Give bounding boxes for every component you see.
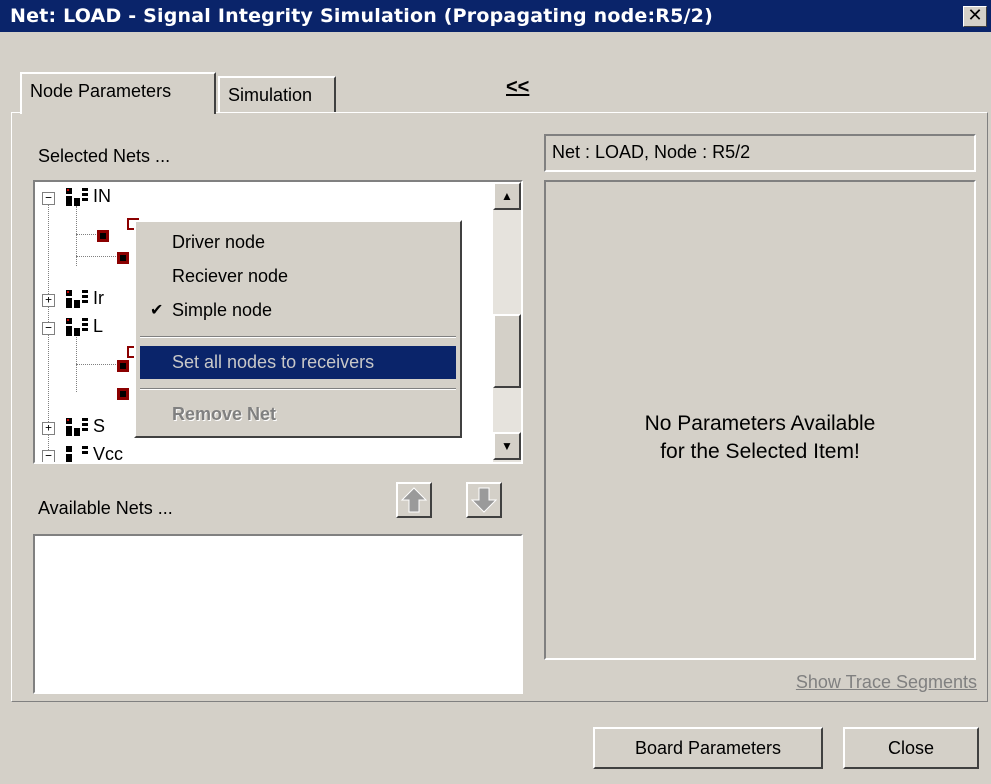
arrow-up-icon: ▲: [501, 189, 513, 203]
tree-net-label: L: [93, 316, 104, 336]
menu-separator: [140, 388, 456, 390]
move-up-button[interactable]: [396, 482, 432, 518]
tree-net-label: IN: [93, 186, 111, 206]
close-icon: ✕: [967, 5, 983, 26]
tab-node-parameters-label: Node Parameters: [30, 81, 172, 101]
net-icon: [66, 290, 88, 308]
expand-icon[interactable]: +: [42, 294, 55, 307]
arrow-down-icon: [470, 487, 498, 513]
tab-simulation[interactable]: Simulation: [218, 76, 336, 112]
selected-nets-label: Selected Nets ...: [38, 146, 171, 166]
context-menu: Driver node Reciever node ✔ Simple node S…: [134, 220, 462, 438]
node-icon: [97, 230, 109, 242]
menu-separator: [140, 336, 456, 338]
tree-net-label: S: [93, 416, 106, 436]
board-parameters-button[interactable]: Board Parameters: [593, 727, 823, 769]
tree-net-label: Ir: [93, 288, 104, 308]
scroll-down-button[interactable]: ▼: [493, 432, 521, 460]
scroll-up-button[interactable]: ▲: [493, 182, 521, 210]
menu-item-label: Simple node: [172, 300, 273, 320]
parameters-box: No Parameters Available for the Selected…: [544, 180, 976, 660]
tab-simulation-label: Simulation: [228, 85, 313, 105]
tree-connector: [76, 234, 96, 235]
menu-item-remove-net: Remove Net: [140, 398, 456, 431]
expand-icon[interactable]: +: [42, 422, 55, 435]
menu-item-driver-node[interactable]: Driver node: [140, 226, 456, 259]
tree-connector: [76, 206, 77, 266]
no-parameters-line2: for the Selected Item!: [660, 440, 860, 463]
no-parameters-message: No Parameters Available for the Selected…: [546, 410, 974, 466]
net-icon: [66, 188, 88, 206]
tab-node-parameters[interactable]: Node Parameters: [20, 72, 216, 114]
tree-connector: [76, 256, 116, 257]
collapse-icon[interactable]: −: [42, 192, 55, 205]
available-nets-label: Available Nets ...: [38, 498, 173, 518]
menu-item-label: Set all nodes to receivers: [172, 352, 375, 372]
menu-item-simple-node[interactable]: ✔ Simple node: [140, 294, 456, 327]
arrow-down-icon: ▼: [501, 439, 513, 453]
node-icon: [117, 388, 129, 400]
menu-item-label: Remove Net: [172, 404, 277, 424]
menu-item-set-all-receivers[interactable]: Set all nodes to receivers: [140, 346, 456, 379]
window-close-button[interactable]: ✕: [963, 6, 987, 27]
collapse-panel-link[interactable]: <<: [506, 76, 529, 99]
scroll-thumb[interactable]: [493, 314, 521, 388]
close-button[interactable]: Close: [843, 727, 979, 769]
node-icon: [117, 252, 129, 264]
arrow-up-icon: [400, 487, 428, 513]
menu-item-label: Driver node: [172, 232, 266, 252]
tree-net-label: Vcc: [93, 444, 124, 464]
net-icon: [66, 446, 88, 462]
tree-connector: [76, 364, 116, 365]
checkmark-icon: ✔: [150, 302, 164, 319]
menu-item-label: Reciever node: [172, 266, 289, 286]
move-down-button[interactable]: [466, 482, 502, 518]
tree-scrollbar[interactable]: ▲ ▼: [493, 182, 521, 462]
node-icon: [117, 360, 129, 372]
window-title: Net: LOAD - Signal Integrity Simulation …: [10, 5, 713, 27]
net-icon: [66, 418, 88, 436]
title-bar: Net: LOAD - Signal Integrity Simulation …: [0, 0, 991, 32]
collapse-icon[interactable]: −: [42, 322, 55, 335]
menu-item-reciever-node[interactable]: Reciever node: [140, 260, 456, 293]
tree-connector: [76, 332, 77, 392]
show-trace-segments-link[interactable]: Show Trace Segments: [796, 672, 977, 693]
collapse-icon[interactable]: −: [42, 450, 55, 462]
node-info-field: Net : LOAD, Node : R5/2: [544, 134, 976, 172]
net-icon: [66, 318, 88, 336]
no-parameters-line1: No Parameters Available: [644, 412, 876, 435]
available-nets-list[interactable]: [33, 534, 523, 694]
